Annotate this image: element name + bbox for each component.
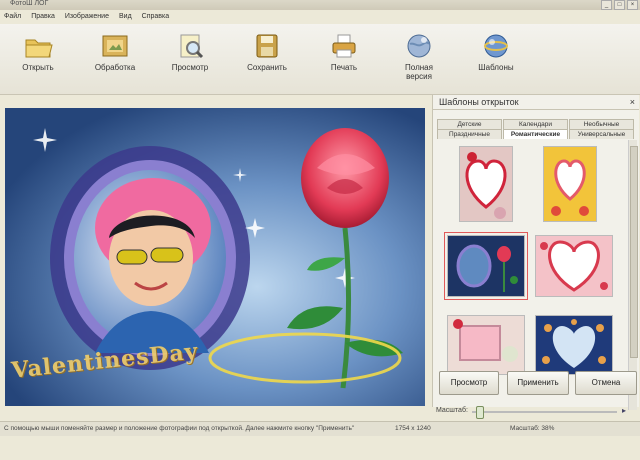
templates-globe-icon (481, 32, 511, 60)
tab-kids[interactable]: Детские (437, 119, 502, 129)
template-thumb[interactable] (535, 235, 613, 297)
save-icon (252, 32, 282, 60)
globe-icon (404, 32, 434, 60)
processing-button[interactable]: Обработка (85, 32, 145, 72)
tabs-row-2: Праздничные Романтические Универсальные (437, 129, 635, 139)
cancel-button[interactable]: Отмена (575, 371, 637, 395)
status-hint: С помощью мыши поменяйте размер и положе… (4, 425, 355, 432)
rose-artwork (287, 128, 403, 389)
menu-help[interactable]: Справка (142, 11, 169, 23)
tab-unusual[interactable]: Необычные (569, 119, 634, 129)
zoom-out-icon[interactable]: ▸ (622, 406, 626, 415)
image-edit-icon (100, 32, 130, 60)
status-dimensions: 1754 x 1240 (395, 425, 431, 432)
print-label: Печать (330, 63, 358, 72)
open-button[interactable]: Открыть (8, 32, 68, 72)
open-label: Открыть (22, 63, 54, 72)
close-button[interactable]: × (627, 0, 638, 10)
apply-button[interactable]: Применить (507, 371, 569, 395)
window-title: ФотоШ ЛОГ (10, 0, 49, 7)
photo-canvas[interactable]: ValentinesDay (5, 108, 425, 406)
title-bar: ФотоШ ЛОГ _ □ × (0, 0, 640, 10)
templates-label: Шаблоны (478, 63, 514, 72)
tabs-row-1: Детские Календари Необычные (437, 119, 635, 129)
processing-label: Обработка (94, 63, 136, 72)
panel-title-text: Шаблоны открыток (439, 97, 519, 107)
preview-icon (175, 32, 205, 60)
preview-button[interactable]: Просмотр (160, 32, 220, 72)
full-version-button[interactable]: Полная версия (389, 32, 449, 81)
template-thumb[interactable] (459, 146, 513, 222)
zoom-label: Масштаб: (436, 407, 468, 414)
status-bar: С помощью мыши поменяйте размер и положе… (0, 421, 640, 436)
tab-calendars[interactable]: Календари (503, 119, 568, 129)
save-button[interactable]: Сохранить (237, 32, 297, 72)
menu-view[interactable]: Вид (119, 11, 132, 23)
printer-icon (329, 32, 359, 60)
tab-universal[interactable]: Универсальные (569, 129, 634, 139)
folder-open-icon (23, 32, 53, 60)
maximize-button[interactable]: □ (614, 0, 625, 10)
panel-close-icon[interactable]: × (630, 95, 635, 109)
panel-title: Шаблоны открыток × (433, 95, 639, 110)
menu-bar: Файл Правка Изображение Вид Справка (0, 11, 640, 23)
templates-button[interactable]: Шаблоны (466, 32, 526, 72)
tab-romantic[interactable]: Романтические (503, 129, 568, 139)
template-thumb[interactable] (543, 146, 597, 222)
menu-file[interactable]: Файл (4, 11, 21, 23)
template-thumb-selected[interactable] (444, 232, 528, 300)
preview-template-button[interactable]: Просмотр (439, 371, 499, 395)
zoom-slider-track[interactable] (472, 411, 617, 413)
minimize-button[interactable]: _ (601, 0, 612, 10)
preview-label: Просмотр (171, 63, 209, 72)
menu-image[interactable]: Изображение (65, 11, 109, 23)
menu-edit[interactable]: Правка (31, 11, 55, 23)
print-button[interactable]: Печать (314, 32, 374, 72)
zoom-control: Масштаб: ▸ (432, 405, 638, 419)
zoom-slider-handle[interactable] (476, 406, 484, 419)
status-zoom: Масштаб: 38% (510, 425, 555, 432)
tab-holiday[interactable]: Праздничные (437, 129, 502, 139)
full-version-label: Полная версия (405, 63, 433, 81)
toolbar: Открыть Обработка Просмотр Сохранить Печ… (0, 24, 640, 95)
templates-scrollbar[interactable] (628, 140, 638, 410)
template-thumb[interactable] (447, 315, 525, 375)
templates-panel: Шаблоны открыток × Детские Календари Нео… (432, 95, 639, 410)
save-label: Сохранить (247, 63, 287, 72)
template-thumb[interactable] (535, 315, 613, 375)
